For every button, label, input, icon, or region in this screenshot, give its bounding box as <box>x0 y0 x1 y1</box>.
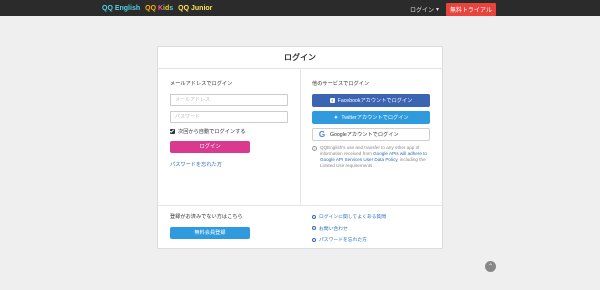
free-register-button[interactable]: 無料会員登録 <box>170 227 250 239</box>
register-heading: 登録がお済みでない方はこちら <box>170 214 243 220</box>
header-actions: ログイン ▾ 無料トライアル <box>410 3 496 16</box>
login-card: ログイン メールアドレスでログイン メールアドレス パスワード 次回から自動でロ… <box>157 46 443 249</box>
email-login-heading: メールアドレスでログイン <box>170 81 233 87</box>
facebook-login-button[interactable]: f Facebookアカウントでログイン <box>312 94 430 107</box>
top-header: QQ English QQ Kids QQ Junior ログイン ▾ 無料トラ… <box>0 0 600 16</box>
forgot-password-help-label: パスワードを忘れた方 <box>319 238 367 243</box>
facebook-icon: f <box>329 98 335 103</box>
facebook-login-label: Facebookアカウントでログイン <box>337 98 413 104</box>
link-bullet-icon <box>312 237 316 242</box>
google-privacy-notice: i QQEnglish's use and transfer to any ot… <box>312 145 432 169</box>
login-faq-label: ログインに関してよくある質問 <box>319 215 387 220</box>
help-links: ログインに関してよくある質問 お問い合わせ パスワードを忘れた方 <box>312 213 437 248</box>
email-field[interactable]: メールアドレス <box>170 94 288 106</box>
column-divider <box>300 70 301 205</box>
remember-label: 次回から自動でログインする <box>178 129 246 135</box>
social-login-section: 他のサービスでログイン f Facebookアカウントでログイン ✦ Twitt… <box>312 80 432 169</box>
privacy-text: QQEnglish's use and transfer to any othe… <box>320 145 432 169</box>
google-icon: G <box>318 130 326 139</box>
free-trial-button[interactable]: 無料トライアル <box>446 3 496 16</box>
chevron-up-icon: ⌃ <box>487 263 494 270</box>
qq-kids-letter-s: s <box>169 4 174 12</box>
register-section: 登録がお済みでない方はこちら 無料会員登録 <box>170 213 290 239</box>
forgot-password-link[interactable]: パスワードを忘れた方 <box>170 161 290 168</box>
qq-kids-logo[interactable]: QQ Kids <box>145 5 173 12</box>
link-bullet-icon <box>312 226 316 230</box>
chevron-down-icon: ▾ <box>436 7 440 13</box>
twitter-icon: ✦ <box>333 114 339 121</box>
qq-english-logo[interactable]: QQ English <box>102 5 140 12</box>
password-field[interactable]: パスワード <box>170 111 288 123</box>
login-faq-link[interactable]: ログインに関してよくある質問 <box>312 213 437 220</box>
google-login-button[interactable]: G Googleアカウントでログイン <box>312 128 430 141</box>
header-login-label: ログイン <box>410 8 435 14</box>
info-icon: i <box>312 146 317 151</box>
forgot-password-help-link[interactable]: パスワードを忘れた方 <box>312 236 437 243</box>
contact-link[interactable]: お問い合わせ <box>312 225 437 232</box>
page-title: ログイン <box>158 47 442 69</box>
bottom-divider <box>158 205 442 206</box>
brand-logos: QQ English QQ Kids QQ Junior <box>102 2 212 14</box>
google-login-label: Googleアカウントでログイン <box>330 132 399 138</box>
qq-junior-logo[interactable]: QQ Junior <box>178 5 212 12</box>
qq-kids-prefix: QQ <box>145 4 158 12</box>
scroll-to-top-button[interactable]: ⌃ <box>485 261 496 272</box>
header-login-link[interactable]: ログイン ▾ <box>410 5 439 14</box>
remember-checkbox[interactable] <box>170 129 175 134</box>
remember-me[interactable]: 次回から自動でログインする <box>170 128 290 135</box>
social-login-heading: 他のサービスでログイン <box>312 81 370 87</box>
email-login-section: メールアドレスでログイン メールアドレス パスワード 次回から自動でログインする… <box>170 80 290 168</box>
contact-label: お問い合わせ <box>319 226 348 232</box>
login-button[interactable]: ログイン <box>170 141 250 153</box>
twitter-login-label: Twitterアカウントでログイン <box>341 115 409 121</box>
link-bullet-icon <box>312 214 316 219</box>
twitter-login-button[interactable]: ✦ Twitterアカウントでログイン <box>312 111 430 124</box>
